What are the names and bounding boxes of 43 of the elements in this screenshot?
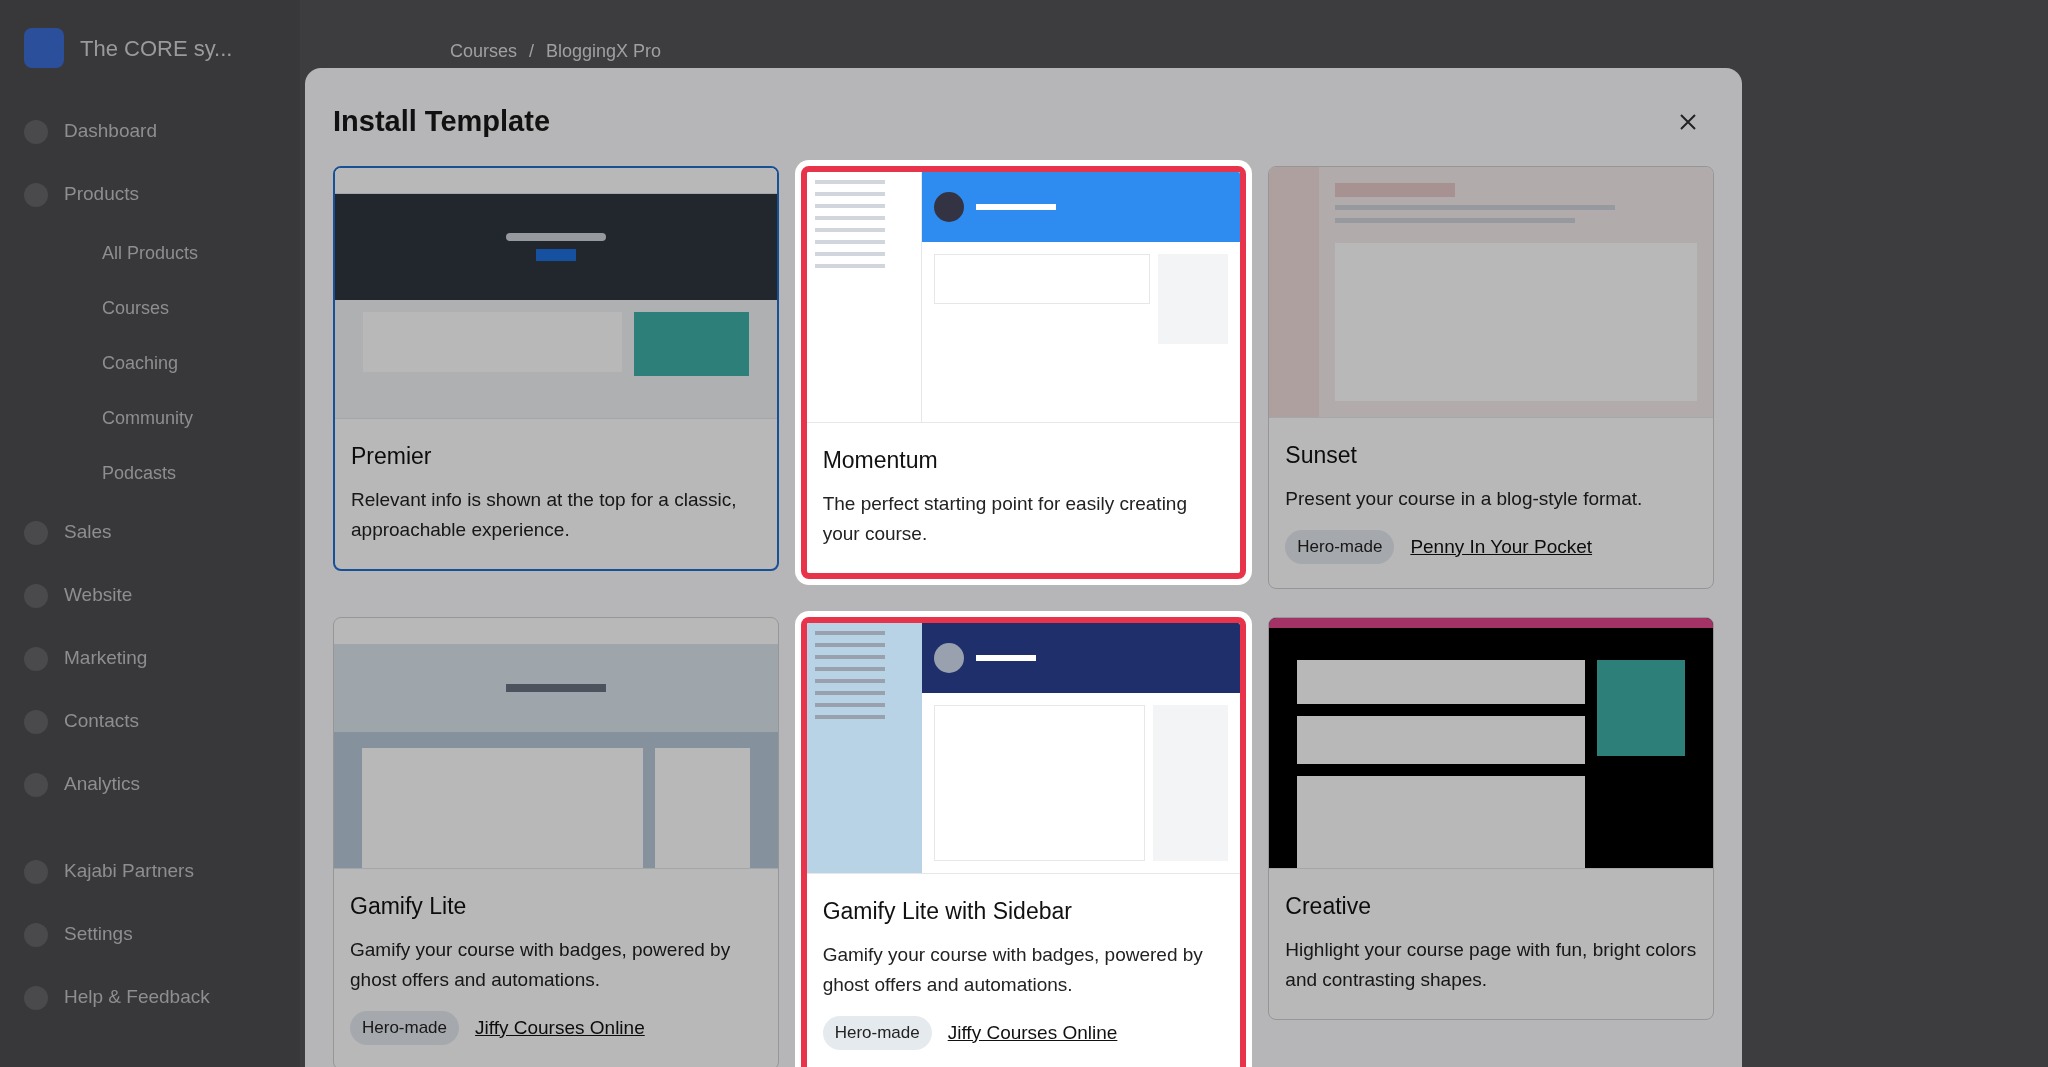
breadcrumb-link[interactable]: BloggingX Pro — [546, 38, 662, 65]
hero-made-tag: Hero-made — [822, 1016, 932, 1050]
author-link[interactable]: Penny In Your Pocket — [1410, 532, 1593, 561]
nav-item[interactable]: Help & Feedback — [64, 983, 210, 1012]
dialog-title: Install Template — [333, 104, 551, 139]
template-card[interactable]: Gamify Lite Gamify your course with badges, powered by ghost offers and automations. Hero-made Jiffy Courses Online — [333, 616, 779, 1067]
template-name: Gamify Lite — [350, 891, 468, 921]
template-name: Sunset — [1285, 440, 1358, 470]
nav-item[interactable]: Website — [64, 581, 133, 610]
template-name: Gamify Lite with Sidebar — [822, 896, 1073, 926]
nav-subitem[interactable]: Podcasts — [24, 446, 276, 501]
breadcrumb-separator: / — [529, 40, 535, 63]
nav-subitem[interactable]: Community — [24, 391, 276, 446]
breadcrumb-link[interactable]: Courses — [450, 38, 518, 65]
site-name[interactable]: The CORE sy... — [80, 31, 233, 65]
template-description: Highlight your course page with fun, bright colors and contrasting shapes. — [1285, 938, 1697, 992]
nav-item[interactable]: Sales — [64, 518, 112, 547]
template-description: Gamify your course with badges, powered by ghost offers and automations. — [350, 938, 732, 992]
nav-subitem[interactable]: Courses — [24, 281, 276, 336]
template-description: Gamify your course with badges, powered by ghost offers and automations. — [822, 943, 1204, 997]
author-link[interactable]: Jiffy Courses Online — [947, 1018, 1118, 1047]
author-link[interactable]: Jiffy Courses Online — [475, 1013, 645, 1042]
nav-item[interactable]: Products — [64, 180, 139, 209]
hero-made-tag: Hero-made — [1285, 530, 1395, 564]
hero-made-tag: Hero-made — [350, 1011, 460, 1045]
nav-item[interactable]: Dashboard — [64, 117, 157, 146]
site-logo-icon — [24, 28, 64, 68]
template-name: Premier — [351, 441, 433, 471]
template-card[interactable]: Premier Relevant info is shown at the top for a classic, approachable experience. — [333, 165, 779, 571]
template-description: Present your course in a blog-style format. — [1285, 487, 1644, 511]
nav-item[interactable]: Contacts — [64, 707, 139, 736]
template-card[interactable]: Sunset Present your course in a blog-style format. Hero-made Penny In Your Pocket — [1268, 165, 1714, 589]
nav-subitem[interactable]: Coaching — [24, 336, 276, 391]
template-name: Momentum — [822, 445, 939, 475]
nav-item[interactable]: Kajabi Partners — [64, 857, 194, 886]
nav-item[interactable]: Analytics — [64, 770, 141, 799]
template-description: The perfect starting point for easily creating your course. — [822, 492, 1188, 546]
template-name: Creative — [1285, 891, 1372, 921]
nav-item[interactable]: Marketing — [64, 644, 148, 673]
nav-item[interactable]: Settings — [64, 920, 133, 949]
nav-subitem[interactable]: All Products — [24, 226, 276, 281]
template-card[interactable]: Creative Highlight your course page with fun, bright colors and contrasting shapes. — [1268, 616, 1714, 1020]
template-description: Relevant info is shown at the top for a classic, approachable experience. — [351, 488, 738, 542]
